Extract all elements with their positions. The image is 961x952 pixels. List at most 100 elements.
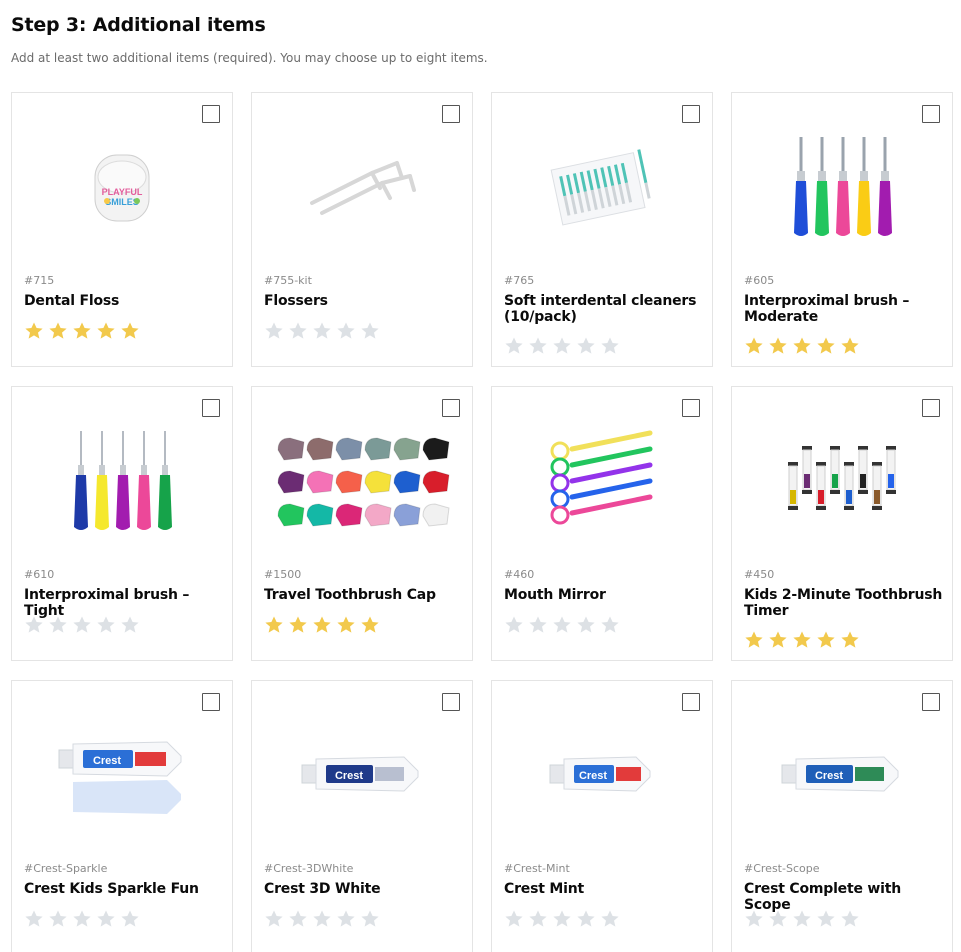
star-icon[interactable]	[72, 321, 92, 341]
star-icon[interactable]	[792, 630, 812, 650]
star-icon[interactable]	[360, 321, 380, 341]
star-icon[interactable]	[792, 909, 812, 929]
page-subtitle: Add at least two additional items (requi…	[11, 51, 488, 65]
product-card[interactable]: Crest #Crest-Scope Crest Complete with Sco…	[731, 680, 953, 952]
star-icon[interactable]	[816, 336, 836, 356]
star-icon[interactable]	[552, 909, 572, 929]
star-icon[interactable]	[768, 336, 788, 356]
star-icon[interactable]	[336, 615, 356, 635]
star-icon[interactable]	[288, 321, 308, 341]
additional-items-page: Step 3: Additional items Add at least tw…	[0, 0, 961, 952]
star-icon[interactable]	[576, 336, 596, 356]
product-card[interactable]: #765 Soft interdental cleaners (10/pack)	[491, 92, 713, 367]
star-icon[interactable]	[576, 615, 596, 635]
product-card[interactable]: Crest #Crest-Mint Crest Mint	[491, 680, 713, 952]
star-icon[interactable]	[816, 630, 836, 650]
star-rating[interactable]	[24, 321, 140, 341]
star-icon[interactable]	[600, 336, 620, 356]
star-icon[interactable]	[264, 615, 284, 635]
star-icon[interactable]	[528, 336, 548, 356]
toothbrush-timer-image	[732, 407, 952, 557]
star-icon[interactable]	[24, 615, 44, 635]
star-rating[interactable]	[24, 909, 140, 929]
star-icon[interactable]	[312, 321, 332, 341]
star-rating[interactable]	[504, 615, 620, 635]
star-icon[interactable]	[768, 630, 788, 650]
star-icon[interactable]	[528, 909, 548, 929]
star-icon[interactable]	[24, 909, 44, 929]
product-card[interactable]: Crest #Crest-3DWhite Crest 3D White	[251, 680, 473, 952]
star-icon[interactable]	[120, 321, 140, 341]
star-icon[interactable]	[768, 909, 788, 929]
star-icon[interactable]	[288, 909, 308, 929]
star-icon[interactable]	[552, 336, 572, 356]
star-icon[interactable]	[336, 909, 356, 929]
star-rating[interactable]	[504, 909, 620, 929]
star-icon[interactable]	[504, 336, 524, 356]
star-icon[interactable]	[840, 336, 860, 356]
product-sku: #Crest-3DWhite	[264, 862, 354, 875]
toothpaste-scope-image: Crest	[732, 701, 952, 851]
star-icon[interactable]	[264, 321, 284, 341]
svg-text:Crest: Crest	[93, 755, 121, 767]
star-icon[interactable]	[336, 321, 356, 341]
svg-text:PLAYFUL: PLAYFUL	[102, 187, 143, 197]
star-icon[interactable]	[120, 615, 140, 635]
toothpaste-sparkle-image: Crest	[12, 701, 232, 851]
star-icon[interactable]	[48, 909, 68, 929]
star-rating[interactable]	[264, 321, 380, 341]
product-sku: #765	[504, 274, 535, 287]
product-card[interactable]: Crest #Crest-Sparkle Crest Kids Sparkle Fu…	[11, 680, 233, 952]
star-icon[interactable]	[48, 321, 68, 341]
star-icon[interactable]	[96, 321, 116, 341]
star-rating[interactable]	[744, 630, 860, 650]
product-card[interactable]: #450 Kids 2-Minute Toothbrush Timer	[731, 386, 953, 661]
star-icon[interactable]	[312, 615, 332, 635]
svg-text:SMILES: SMILES	[105, 197, 139, 207]
product-card[interactable]: PLAYFUL SMILES #715 Dental Floss	[11, 92, 233, 367]
star-icon[interactable]	[528, 615, 548, 635]
product-card[interactable]: #460 Mouth Mirror	[491, 386, 713, 661]
product-name: Interproximal brush – Moderate	[744, 293, 910, 325]
product-card[interactable]: #755-kit Flossers	[251, 92, 473, 367]
product-card[interactable]: #610 Interproximal brush – Tight	[11, 386, 233, 661]
star-icon[interactable]	[360, 615, 380, 635]
star-icon[interactable]	[24, 321, 44, 341]
star-icon[interactable]	[792, 336, 812, 356]
product-name: Flossers	[264, 293, 328, 309]
star-icon[interactable]	[600, 909, 620, 929]
star-rating[interactable]	[744, 336, 860, 356]
svg-text:Crest: Crest	[335, 770, 363, 782]
star-icon[interactable]	[288, 615, 308, 635]
star-icon[interactable]	[744, 630, 764, 650]
star-icon[interactable]	[504, 909, 524, 929]
product-name: Crest Kids Sparkle Fun	[24, 881, 199, 897]
star-rating[interactable]	[264, 615, 380, 635]
product-name: Dental Floss	[24, 293, 120, 309]
star-icon[interactable]	[552, 615, 572, 635]
star-icon[interactable]	[120, 909, 140, 929]
star-rating[interactable]	[504, 336, 620, 356]
product-card[interactable]: #1500 Travel Toothbrush Cap	[251, 386, 473, 661]
star-icon[interactable]	[816, 909, 836, 929]
star-icon[interactable]	[360, 909, 380, 929]
star-icon[interactable]	[48, 615, 68, 635]
star-icon[interactable]	[96, 615, 116, 635]
star-icon[interactable]	[744, 909, 764, 929]
product-sku: #460	[504, 568, 535, 581]
product-card[interactable]: #605 Interproximal brush – Moderate	[731, 92, 953, 367]
star-icon[interactable]	[312, 909, 332, 929]
star-icon[interactable]	[840, 909, 860, 929]
star-icon[interactable]	[600, 615, 620, 635]
star-icon[interactable]	[72, 909, 92, 929]
star-icon[interactable]	[840, 630, 860, 650]
star-icon[interactable]	[72, 615, 92, 635]
star-rating[interactable]	[24, 615, 140, 635]
star-icon[interactable]	[504, 615, 524, 635]
star-icon[interactable]	[264, 909, 284, 929]
star-icon[interactable]	[744, 336, 764, 356]
star-icon[interactable]	[576, 909, 596, 929]
star-rating[interactable]	[744, 909, 860, 929]
star-icon[interactable]	[96, 909, 116, 929]
star-rating[interactable]	[264, 909, 380, 929]
